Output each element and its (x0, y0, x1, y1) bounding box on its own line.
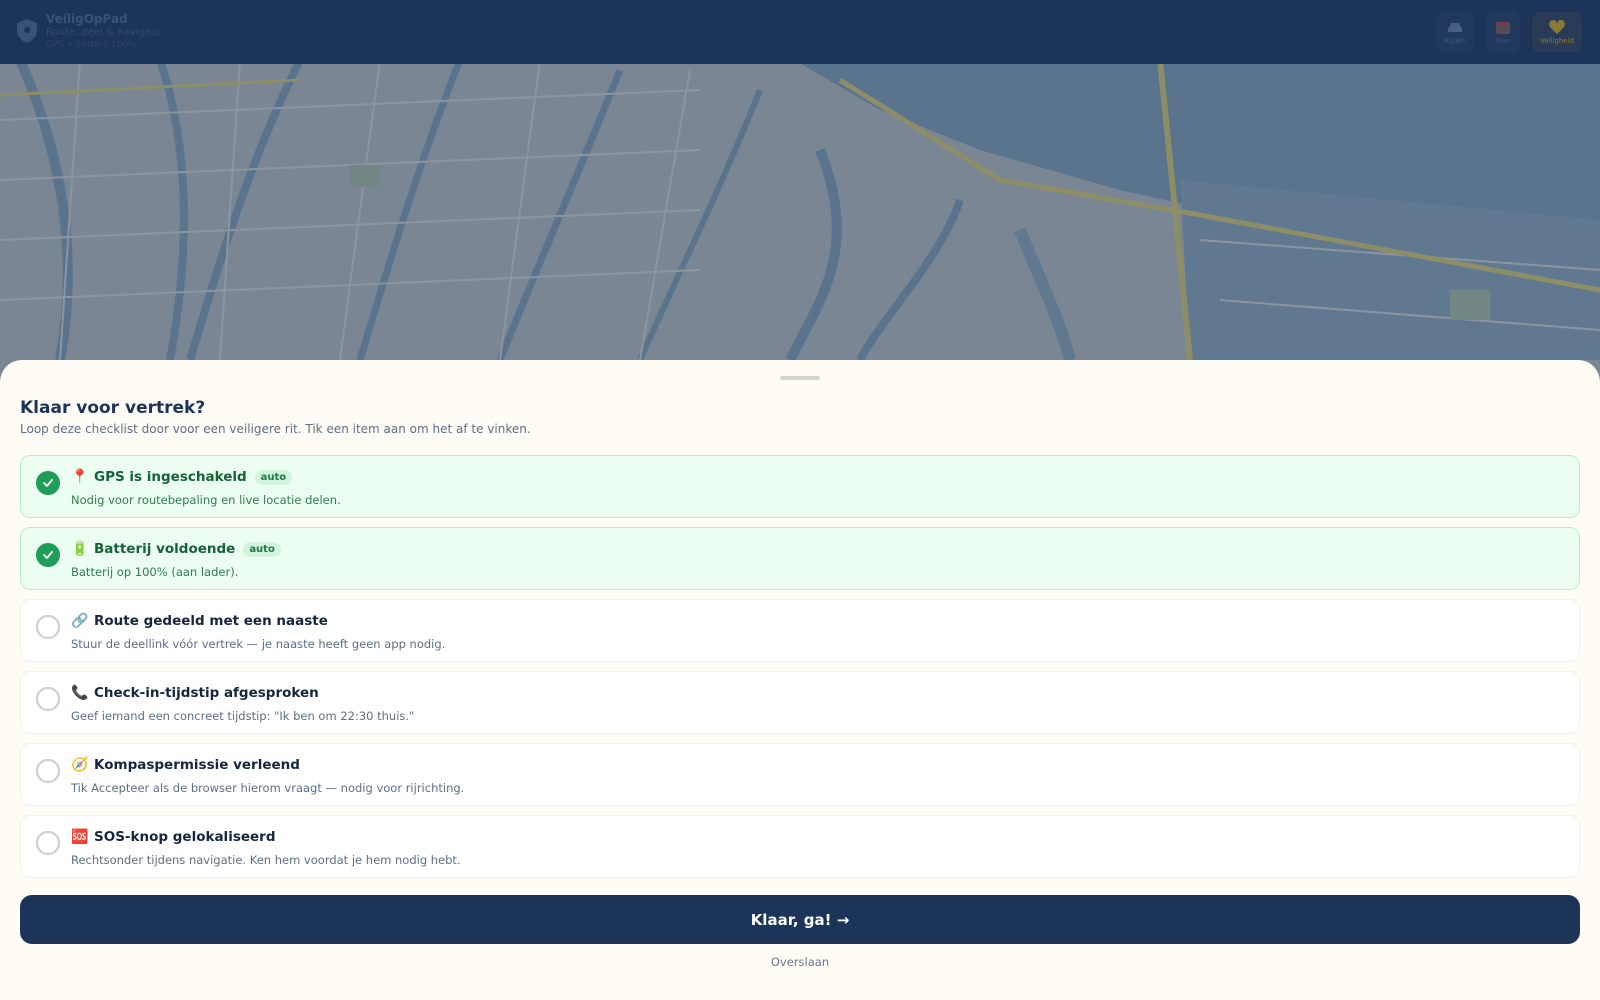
checkbox[interactable] (36, 615, 60, 639)
status-line: GPS • Batterij 100% (46, 40, 137, 50)
compass-icon: 🧭 (71, 757, 89, 773)
ready-go-button[interactable]: Klaar, ga! → (20, 895, 1580, 944)
brand: VeiligOpPad Route, deel & navigeer GPS •… (16, 12, 161, 51)
auto-badge: auto (243, 541, 281, 557)
item-title: Check-in-tijdstip afgesproken (94, 685, 319, 701)
skip-link[interactable]: Overslaan (0, 955, 1600, 969)
checklist-item-sos[interactable]: 🆘 SOS-knop gelokaliseerd Rechtsonder tij… (20, 815, 1580, 878)
sos-icon: 🆘 (71, 829, 89, 845)
item-description: Batterij op 100% (aan lader). (71, 565, 239, 579)
pin-icon: 📍 (71, 469, 89, 485)
checkmark-icon (43, 551, 53, 559)
shield-logo-icon (17, 19, 37, 43)
checklist-item-battery[interactable]: 🔋 Batterij voldoende auto Batterij op 10… (20, 527, 1580, 590)
phone-icon: 📞 (71, 685, 89, 701)
drive-button-label: Rijden (1444, 37, 1467, 45)
car-icon (1448, 23, 1463, 32)
sheet-drag-handle[interactable] (780, 376, 820, 380)
item-title: SOS-knop gelokaliseerd (94, 829, 276, 845)
top-actions: Rijden Plan Veiligheid (1436, 12, 1582, 52)
checklist-item-check-in[interactable]: 📞 Check-in-tijdstip afgesproken Geef iem… (20, 671, 1580, 734)
item-title: Batterij voldoende (94, 541, 236, 557)
item-description: Tik Accepteer als de browser hierom vraa… (71, 781, 465, 795)
sheet-subtitle: Loop deze checklist door voor een veilig… (20, 422, 531, 436)
checkbox[interactable] (36, 687, 60, 711)
app-name: VeiligOpPad (46, 12, 128, 26)
checkmark-icon (43, 479, 53, 487)
checkbox[interactable] (36, 759, 60, 783)
item-title: Route gedeeld met een naaste (94, 613, 328, 629)
checklist: 📍 GPS is ingeschakeld auto Nodig voor ro… (20, 455, 1580, 887)
checklist-sheet: Klaar voor vertrek? Loop deze checklist … (0, 360, 1600, 1000)
sheet-title: Klaar voor vertrek? (20, 398, 206, 418)
heart-icon (1549, 20, 1565, 34)
safety-button[interactable]: Veiligheid (1532, 12, 1582, 52)
plan-button[interactable]: Plan (1486, 12, 1521, 52)
link-icon: 🔗 (71, 613, 89, 629)
top-bar: VeiligOpPad Route, deel & navigeer GPS •… (0, 0, 1600, 64)
auto-badge: auto (254, 469, 293, 485)
item-description: Geef iemand een concreet tijdstip: "Ik b… (71, 709, 415, 723)
calendar-icon (1496, 22, 1511, 34)
item-description: Rechtsonder tijdens navigatie. Ken hem v… (71, 853, 461, 867)
drive-button[interactable]: Rijden (1436, 12, 1475, 52)
battery-icon: 🔋 (71, 541, 89, 557)
item-description: Nodig voor routebepaling en live locatie… (71, 493, 341, 507)
checkbox[interactable] (36, 543, 60, 567)
item-title: Kompaspermissie verleend (94, 757, 300, 773)
checklist-item-compass[interactable]: 🧭 Kompaspermissie verleend Tik Accepteer… (20, 743, 1580, 806)
checklist-item-gps[interactable]: 📍 GPS is ingeschakeld auto Nodig voor ro… (20, 455, 1580, 518)
checkbox[interactable] (36, 831, 60, 855)
plan-button-label: Plan (1495, 37, 1511, 45)
checkbox[interactable] (36, 471, 60, 495)
checklist-item-share-route[interactable]: 🔗 Route gedeeld met een naaste Stuur de … (20, 599, 1580, 662)
item-title: GPS is ingeschakeld (94, 469, 247, 485)
safety-button-label: Veiligheid (1540, 37, 1574, 45)
item-description: Stuur de deellink vóór vertrek — je naas… (71, 637, 446, 651)
app-tagline: Route, deel & navigeer (46, 27, 161, 38)
